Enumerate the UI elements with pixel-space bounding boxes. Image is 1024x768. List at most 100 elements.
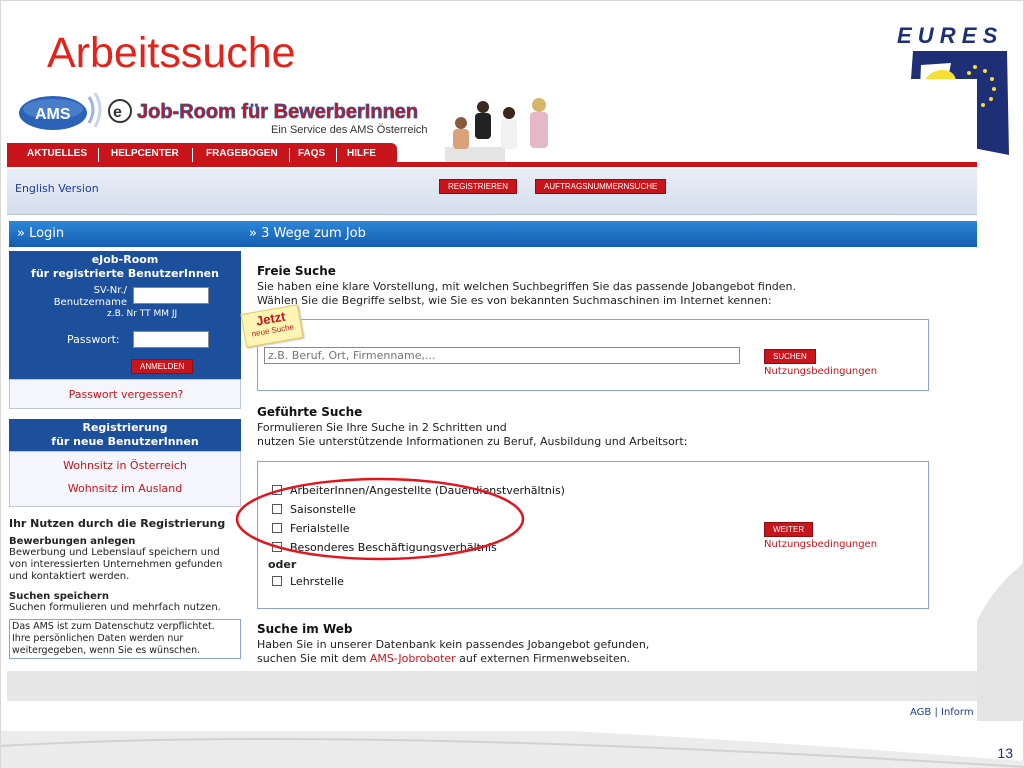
registration-title-line1: Registrierung xyxy=(82,421,168,434)
privacy-line2: Ihre persönlichen Daten werden nur xyxy=(12,633,184,644)
password-input[interactable] xyxy=(133,331,209,348)
order-number-search-button[interactable]: AUFTRAGSNUMMERNSUCHE xyxy=(535,179,667,194)
eures-logo-text: E U R E S xyxy=(897,23,998,48)
job-room-screenshot: AMS e Job-Room für BewerberInnen Ein Ser… xyxy=(7,79,977,731)
option-holiday-job-label: Ferialstelle xyxy=(290,522,350,535)
benefits-title: Ihr Nutzen durch die Registrierung xyxy=(9,517,226,530)
nav-separator xyxy=(289,148,290,162)
service-text: Ein Service des AMS Österreich xyxy=(271,124,428,136)
forgot-password-box: Passwort vergessen? xyxy=(9,379,241,409)
slide-number: 13 xyxy=(997,745,1013,761)
option-seasonal-label: Saisonstelle xyxy=(290,503,356,516)
site-header: AMS e Job-Room für BewerberInnen Ein Ser… xyxy=(7,79,977,163)
login-panel-header: » Login xyxy=(9,221,241,247)
svg-text:e: e xyxy=(113,104,122,121)
sv-hint: z.B. Nr TT MM JJ xyxy=(107,309,178,319)
privacy-note: Das AMS ist zum Datenschutz verpflichtet… xyxy=(9,619,241,659)
checkbox-apprenticeship[interactable] xyxy=(272,576,282,586)
guided-search-line1: Formulieren Sie Ihre Suche in 2 Schritte… xyxy=(257,421,507,434)
free-search-box: SUCHEN Nutzungsbedingungen xyxy=(257,319,929,391)
ejob-logo-text: Job-Room für BewerberInnen xyxy=(137,101,418,123)
checkbox-holiday-job[interactable] xyxy=(272,523,282,533)
login-panel: » Login eJob-Room für registrierte Benut… xyxy=(9,221,241,409)
benefit1-line2: von interessierten Unternehmen gefunden xyxy=(9,559,223,570)
benefit1-text: Bewerbung und Lebenslauf speichern und v… xyxy=(9,547,241,583)
free-search-terms-link[interactable]: Nutzungsbedingungen xyxy=(764,366,877,377)
guided-search-box: ArbeiterInnen/Angestellte (Dauerdienstve… xyxy=(257,461,929,609)
login-button[interactable]: ANMELDEN xyxy=(131,359,194,374)
option-apprenticeship-label: Lehrstelle xyxy=(290,575,344,588)
residence-abroad-link[interactable]: Wohnsitz im Ausland xyxy=(10,482,240,495)
nav-item-fragebogen[interactable]: FRAGEBOGEN xyxy=(206,148,278,159)
main-panel-header: » 3 Wege zum Job xyxy=(241,221,977,247)
sv-label: SV-Nr./ Benutzername xyxy=(19,285,127,309)
footer-band xyxy=(7,671,977,701)
checkbox-special-employment[interactable] xyxy=(272,542,282,552)
registration-links: Wohnsitz in Österreich Wohnsitz im Ausla… xyxy=(9,451,241,507)
sub-toolbar: English Version REGISTRIEREN AUFTRAGSNUM… xyxy=(7,169,977,215)
benefits-section: Ihr Nutzen durch die Registrierung Bewer… xyxy=(9,517,241,659)
privacy-line3: weitergegeben, wenn Sie es wünschen. xyxy=(12,645,201,656)
benefit2-title: Suchen speichern xyxy=(9,591,109,602)
benefit1-line3: und kontaktiert werden. xyxy=(9,571,130,582)
web-search-line2-prefix: suchen Sie mit dem xyxy=(257,652,370,665)
or-label: oder xyxy=(268,558,297,571)
login-title-line2: für registrierte BenutzerInnen xyxy=(31,267,219,280)
free-search-line1: Sie haben eine klare Vorstellung, mit we… xyxy=(257,280,797,293)
residence-austria-link[interactable]: Wohnsitz in Österreich xyxy=(10,459,240,472)
option-special-employment-label: Besonderes Beschäftigungsverhältnis xyxy=(290,541,497,554)
english-version-link[interactable]: English Version xyxy=(15,182,99,195)
slide-title: Arbeitssuche xyxy=(47,29,296,77)
register-button[interactable]: REGISTRIEREN xyxy=(439,179,518,194)
footer-links[interactable]: AGB | Inform xyxy=(910,707,974,718)
nav-item-helpcenter[interactable]: HELPCENTER xyxy=(111,148,179,159)
jobroboter-link[interactable]: AMS-Jobroboter xyxy=(370,652,456,665)
benefit2-text: Suchen formulieren und mehrfach nutzen. xyxy=(9,602,221,613)
guided-search-description: Formulieren Sie Ihre Suche in 2 Schritte… xyxy=(257,421,957,449)
password-label: Passwort: xyxy=(67,333,120,346)
nav-separator xyxy=(98,148,99,162)
forgot-password-link[interactable]: Passwort vergessen? xyxy=(10,388,242,401)
side-swoosh xyxy=(977,562,1024,721)
web-search-line2: suchen Sie mit dem AMS-Jobroboter auf ex… xyxy=(257,652,957,666)
benefit1-line1: Bewerbung und Lebenslauf speichern und xyxy=(9,547,220,558)
option-employees-label: ArbeiterInnen/Angestellte (Dauerdienstve… xyxy=(290,484,565,497)
registration-panel: Registrierung für neue BenutzerInnen Woh… xyxy=(9,419,241,507)
nav-divider-line xyxy=(397,162,977,167)
sv-number-input[interactable] xyxy=(133,287,209,304)
nav-separator xyxy=(336,148,337,162)
privacy-line1: Das AMS ist zum Datenschutz verpflichtet… xyxy=(12,621,215,632)
main-nav: AKTUELLES HELPCENTER FRAGEBOGEN FAQS HIL… xyxy=(7,143,977,167)
slide: Arbeitssuche E U R E S AMS e Job-Room fü… xyxy=(0,0,1024,768)
web-search-line1: Haben Sie in unserer Datenbank kein pass… xyxy=(257,638,650,651)
checkbox-employees[interactable] xyxy=(272,485,282,495)
free-search-line2: Wählen Sie die Begriffe selbst, wie Sie … xyxy=(257,294,772,307)
free-search-title: Freie Suche xyxy=(257,264,336,278)
free-search-input[interactable] xyxy=(264,347,740,364)
benefit1-title: Bewerbungen anlegen xyxy=(9,536,136,547)
web-search-title: Suche im Web xyxy=(257,622,353,636)
nav-item-hilfe[interactable]: HILFE xyxy=(347,148,376,159)
ejob-room-logo[interactable]: e Job-Room für BewerberInnen Ein Service… xyxy=(107,91,431,147)
next-button[interactable]: WEITER xyxy=(764,522,814,537)
guided-search-title: Geführte Suche xyxy=(257,405,363,419)
registration-title-line2: für neue BenutzerInnen xyxy=(51,435,199,448)
login-title: eJob-Room für registrierte BenutzerInnen xyxy=(9,253,241,281)
nav-separator xyxy=(192,148,193,162)
web-search-line2-suffix: auf externen Firmenwebseiten. xyxy=(455,652,631,665)
web-search-description: Haben Sie in unserer Datenbank kein pass… xyxy=(257,638,957,666)
registration-header: Registrierung für neue BenutzerInnen xyxy=(9,419,241,451)
search-button[interactable]: SUCHEN xyxy=(764,349,816,364)
free-search-description: Sie haben eine klare Vorstellung, mit we… xyxy=(257,280,957,308)
guided-search-line2: nutzen Sie unterstützende Informationen … xyxy=(257,435,688,448)
guided-search-terms-link[interactable]: Nutzungsbedingungen xyxy=(764,539,877,550)
nav-item-aktuelles[interactable]: AKTUELLES xyxy=(27,148,87,159)
nav-item-faqs[interactable]: FAQS xyxy=(298,148,325,159)
login-form: eJob-Room für registrierte BenutzerInnen… xyxy=(9,251,241,379)
sv-label-line1: SV-Nr./ xyxy=(93,285,127,296)
login-title-line1: eJob-Room xyxy=(91,253,159,266)
sv-label-line2: Benutzername xyxy=(53,297,127,308)
checkbox-seasonal[interactable] xyxy=(272,504,282,514)
ams-logo-text: AMS xyxy=(35,106,71,123)
ams-logo[interactable]: AMS xyxy=(15,89,105,133)
